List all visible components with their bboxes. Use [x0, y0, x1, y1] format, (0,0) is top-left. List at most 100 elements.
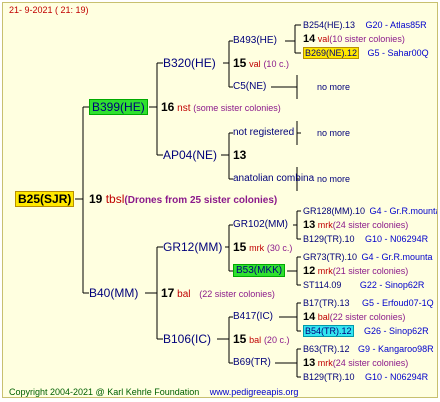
gg-row-1-name: B254(HE).13: [303, 20, 356, 30]
mother-breeder: nst: [177, 103, 191, 114]
gg-row-8-breeder: mrk: [317, 220, 333, 230]
gg-row-14-name: B54(TR).12: [303, 325, 354, 337]
mother-note: (some sister colonies): [193, 103, 281, 113]
b53-note: (21 sister colonies): [332, 266, 409, 276]
gg-row-9-name: B129(TR).10: [303, 234, 355, 244]
gg-row-13-year: 14: [303, 311, 316, 323]
gg-row-10-name: GR73(TR).10: [303, 252, 358, 262]
gg-row-16-breeder: mrk: [317, 358, 333, 368]
gg-row-17: B129(TR).10 G10 - N06294R: [303, 371, 428, 383]
gg-row-3: B269(NE).12 G5 - Sahar00Q: [303, 47, 429, 59]
gg-row-2-breeder: val: [317, 34, 330, 44]
gr12-queen: GR12(MM): [163, 240, 223, 254]
gg-row-8: 13 mrk(24 sister colonies): [303, 219, 408, 231]
ap04-queen: AP04(NE): [163, 148, 218, 162]
gg-row-15-code: G9 - Kangaroo98R: [358, 344, 434, 354]
gr12-breeder: mrk: [249, 243, 265, 253]
gr102-queen: GR102(MM): [233, 219, 289, 230]
gg-row-3-name: B269(NE).12: [303, 47, 360, 59]
gg-row-11-code: G22 - Sinop62R: [359, 280, 425, 290]
father-breeder: bal: [177, 289, 191, 300]
father-info: 17 bal (22 sister colonies): [161, 287, 275, 301]
gg-row-9: B129(TR).10 G10 - N06294R: [303, 233, 428, 245]
b69-queen: B69(TR): [233, 357, 271, 368]
root-queen-name: B25(SJR): [15, 191, 75, 207]
gg-row-14: B54(TR).12 G26 - Sinop62R: [303, 325, 429, 337]
gg-row-3-code: G5 - Sahar00Q: [367, 48, 429, 58]
gg-row-12-code: G5 - Erfoud07-1Q: [362, 298, 434, 308]
gg-row-16: 13 mrk(24 sister colonies): [303, 357, 408, 369]
c5-queen: C5(NE): [233, 81, 267, 92]
gg-row-7: GR128(MM).10 G4 - Gr.R.mounta: [303, 205, 438, 217]
gg-row-2: 14 val(10 sister colonies): [303, 33, 405, 45]
b493-note: (10 c.): [263, 59, 289, 69]
gg-row-6: no more: [317, 174, 351, 184]
gg-row-8-note: (24 sister colonies): [332, 220, 409, 230]
gg-row-17-name: B129(TR).10: [303, 372, 355, 382]
root-note: (Drones from 25 sister colonies): [124, 195, 278, 206]
gg-row-12-name: B17(TR).13: [303, 298, 350, 308]
gg-row-7-code: G4 - Gr.R.mounta: [369, 206, 438, 216]
gg-row-13-breeder: bal: [317, 312, 330, 322]
gg-row-10: GR73(TR).10 G4 - Gr.R.mounta: [303, 251, 433, 263]
gg-row-2-note: (10 sister colonies): [329, 34, 405, 44]
root-year: 19: [89, 192, 103, 206]
gr12-note: (30 c.): [266, 243, 293, 253]
gg-row-14-code: G26 - Sinop62R: [364, 326, 429, 336]
b493-queen: B493(HE): [233, 35, 277, 46]
b106-queen: B106(IC): [163, 332, 212, 346]
father-year: 17: [161, 286, 175, 300]
ap04-year: 13: [233, 148, 247, 162]
not-registered-queen: not registered: [233, 127, 295, 138]
gg-row-11-name: ST114.09: [303, 280, 342, 290]
b493-year: 15: [233, 56, 247, 70]
mother-year: 16: [161, 100, 175, 114]
gg-row-7-name: GR128(MM).10: [303, 206, 366, 216]
pedigree-frame: 21- 9-2021 ( 21: 19) B25(SJR) 19 tbsl(Dr…: [2, 2, 438, 398]
gr12-year: 15: [233, 240, 247, 254]
b320-queen: B320(HE): [163, 56, 216, 70]
gg-row-13-note: (22 sister colonies): [329, 312, 406, 322]
gg-row-b53-info: 12 mrk(21 sister colonies): [303, 265, 408, 277]
gg-row-4: no more: [317, 82, 351, 92]
b106-breeder: bal: [249, 335, 262, 345]
root-info: 19 tbsl(Drones from 25 sister colonies): [89, 193, 277, 207]
gg-row-5: no more: [317, 128, 351, 138]
b53-breeder: mrk: [317, 266, 333, 276]
anatolian-queen: anatolian combina: [233, 173, 315, 184]
gg-row-1: B254(HE).13 G20 - Atlas85R: [303, 19, 427, 31]
mother-info: 16 nst (some sister colonies): [161, 101, 281, 115]
gg-row-15-name: B63(TR).12: [303, 344, 350, 354]
b417-queen: B417(IC): [233, 311, 274, 322]
father-queen: B40(MM): [89, 286, 139, 300]
gg-row-13: 14 bal(22 sister colonies): [303, 311, 405, 323]
b53-queen: B53(MKK): [233, 264, 286, 277]
b106-year: 15: [233, 332, 247, 346]
root-breeder: tbsl: [105, 192, 125, 206]
gg-row-17-code: G10 - N06294R: [365, 372, 429, 382]
b53-queen-name: B53(MKK): [233, 264, 286, 277]
footer: Copyright 2004-2021 @ Karl Kehrle Founda…: [9, 386, 299, 397]
gr12-info: 15 mrk (30 c.): [233, 241, 292, 255]
gg-row-9-code: G10 - N06294R: [365, 234, 429, 244]
gg-row-11: ST114.09 G22 - Sinop62R: [303, 279, 424, 291]
report-date: 21- 9-2021 ( 21: 19): [9, 5, 89, 15]
footer-copyright: Copyright 2004-2021 @ Karl Kehrle Founda…: [9, 387, 200, 397]
gg-row-16-note: (24 sister colonies): [332, 358, 409, 368]
footer-site-link[interactable]: www.pedigreeapis.org: [210, 387, 299, 397]
b106-note: (20 c.): [263, 335, 290, 345]
gg-row-15: B63(TR).12 G9 - Kangaroo98R: [303, 343, 434, 355]
mother-queen: B399(HE): [89, 99, 148, 115]
gg-row-16-year: 13: [303, 357, 316, 369]
gg-row-12: B17(TR).13 G5 - Erfoud07-1Q: [303, 297, 434, 309]
gg-row-10-code: G4 - Gr.R.mounta: [361, 252, 433, 262]
mother-queen-name: B399(HE): [89, 99, 148, 115]
b493-breeder: val: [249, 59, 261, 69]
father-note: (22 sister colonies): [199, 289, 275, 299]
gg-row-1-code: G20 - Atlas85R: [365, 20, 427, 30]
gg-row-8-year: 13: [303, 219, 316, 231]
b106-info: 15 bal (20 c.): [233, 333, 289, 347]
root-queen: B25(SJR): [15, 191, 75, 207]
b53-year: 12: [303, 265, 316, 277]
gg-row-2-year: 14: [303, 33, 316, 45]
